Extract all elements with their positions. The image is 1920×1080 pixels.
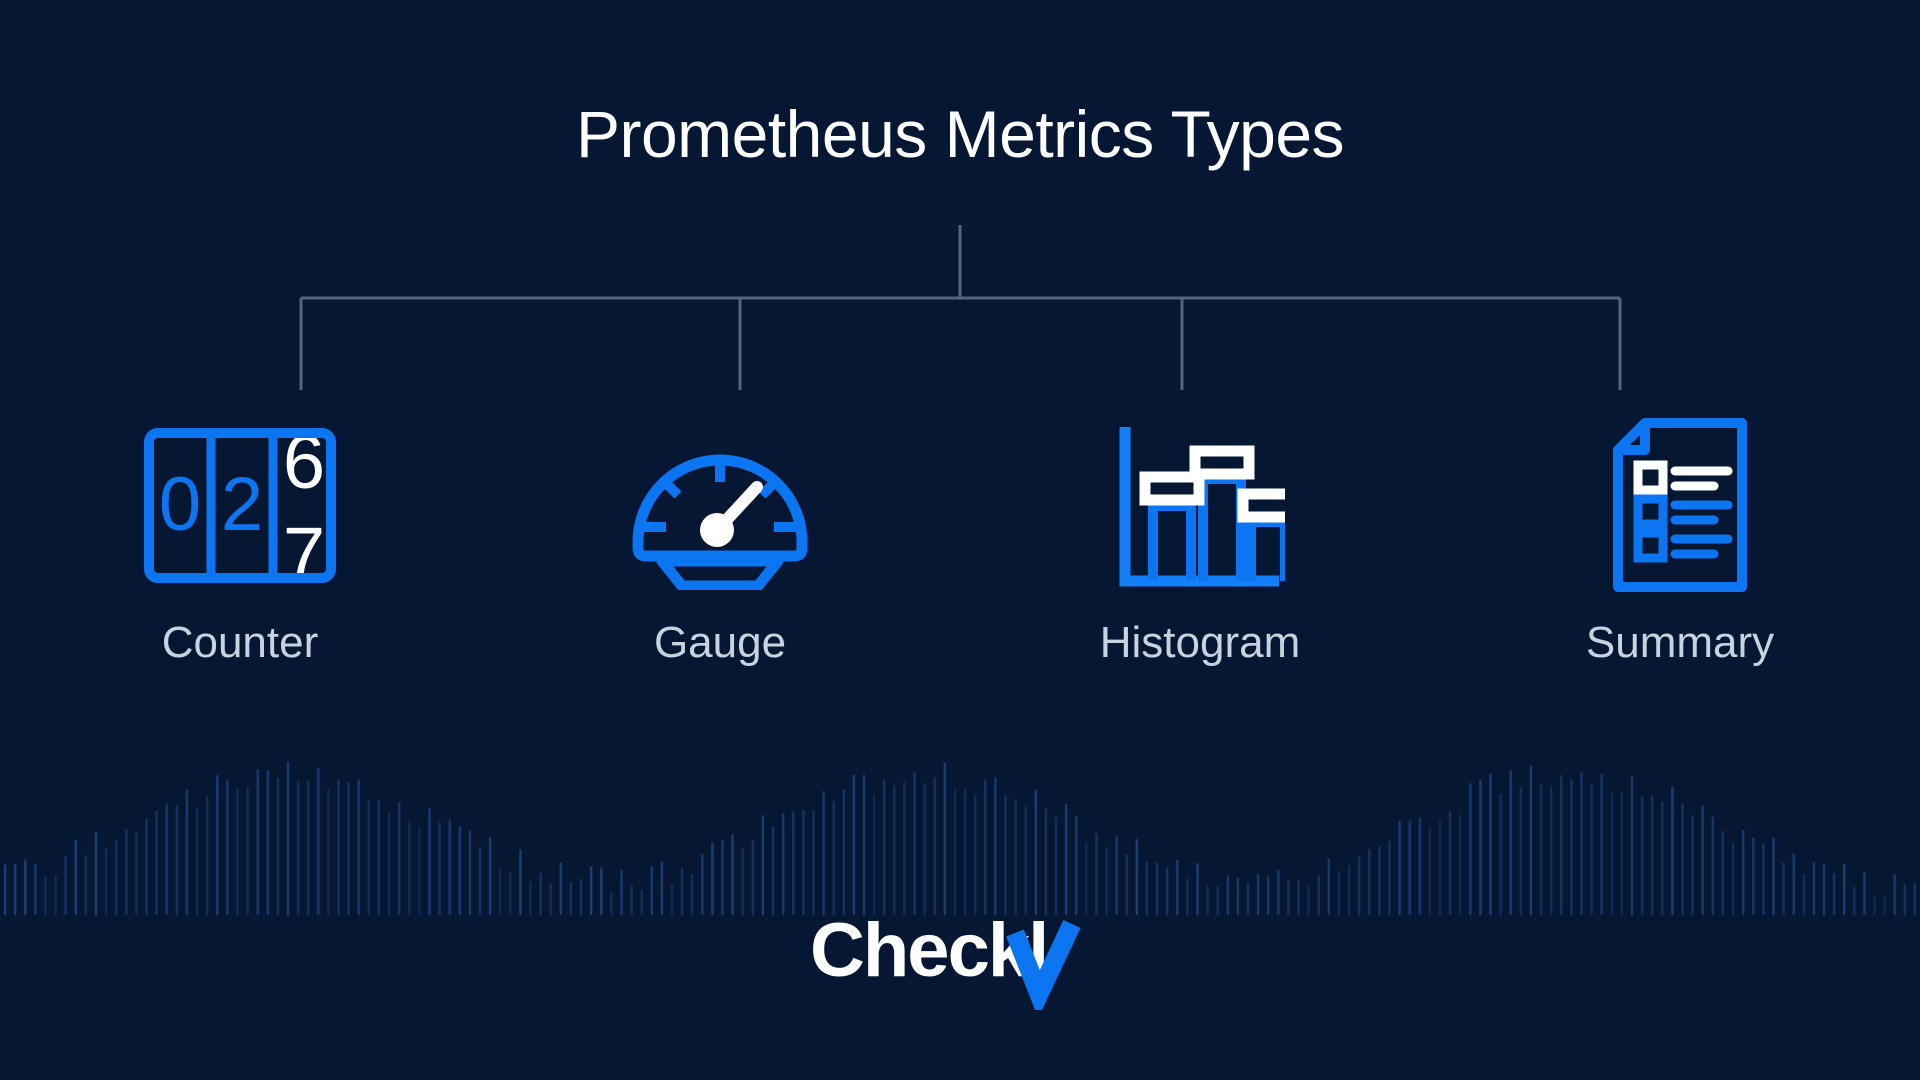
summary-checkbox-1 bbox=[1633, 460, 1668, 495]
histogram-label-box-3 bbox=[1237, 488, 1285, 523]
checkly-logo: Checkl bbox=[0, 900, 1920, 1010]
metric-type-list: 0 2 6 7 Counter Gauge Histogram Summary bbox=[0, 415, 1920, 715]
metric-label-counter: Counter bbox=[161, 618, 319, 667]
counter-icon-wrap: 0 2 6 7 bbox=[144, 415, 336, 595]
odometer-counter-icon: 0 2 6 7 bbox=[144, 427, 336, 583]
metric-node-summary[interactable]: Summary bbox=[1440, 415, 1920, 669]
gauge-icon-wrap bbox=[624, 415, 816, 595]
histogram-bar-2 bbox=[1198, 474, 1246, 581]
histogram-bar-3 bbox=[1246, 517, 1285, 581]
checkly-wordmark: Checkl bbox=[810, 908, 1047, 993]
histogram-bar-1 bbox=[1148, 501, 1196, 581]
metric-node-histogram[interactable]: Histogram bbox=[960, 415, 1440, 669]
slide-canvas: Prometheus Metrics Types 0 2 6 7 Counter… bbox=[0, 0, 1920, 1080]
counter-digit-1: 2 bbox=[221, 462, 263, 547]
metric-label-gauge: Gauge bbox=[653, 618, 787, 667]
summary-checkbox-3 bbox=[1633, 528, 1668, 563]
summary-checkbox-2 bbox=[1633, 494, 1668, 529]
metric-label-histogram: Histogram bbox=[1099, 618, 1301, 667]
metric-node-counter[interactable]: 0 2 6 7 Counter bbox=[0, 415, 480, 669]
gauge-hub bbox=[700, 513, 734, 547]
summary-icon-wrap bbox=[1612, 415, 1748, 595]
counter-rolling-digit-bottom: 7 bbox=[283, 512, 325, 583]
counter-rolling-digit-top: 6 bbox=[283, 428, 325, 505]
metric-node-gauge[interactable]: Gauge bbox=[480, 415, 960, 669]
page-title: Prometheus Metrics Types bbox=[575, 97, 1345, 171]
gauge-tick-left-up bbox=[657, 474, 682, 499]
bar-histogram-icon bbox=[1119, 427, 1285, 587]
histogram-icon-wrap bbox=[1115, 415, 1285, 595]
waveform-decoration bbox=[3, 762, 1917, 915]
gauge-tick-right-up bbox=[758, 474, 783, 499]
document-checklist-icon bbox=[1613, 418, 1747, 592]
metric-label-summary: Summary bbox=[1585, 618, 1775, 667]
tree-connector bbox=[299, 225, 1622, 390]
histogram-label-box-1 bbox=[1139, 471, 1205, 506]
speedometer-gauge-icon bbox=[632, 454, 808, 590]
counter-digit-0: 0 bbox=[159, 462, 201, 547]
histogram-label-box-2 bbox=[1189, 445, 1255, 480]
